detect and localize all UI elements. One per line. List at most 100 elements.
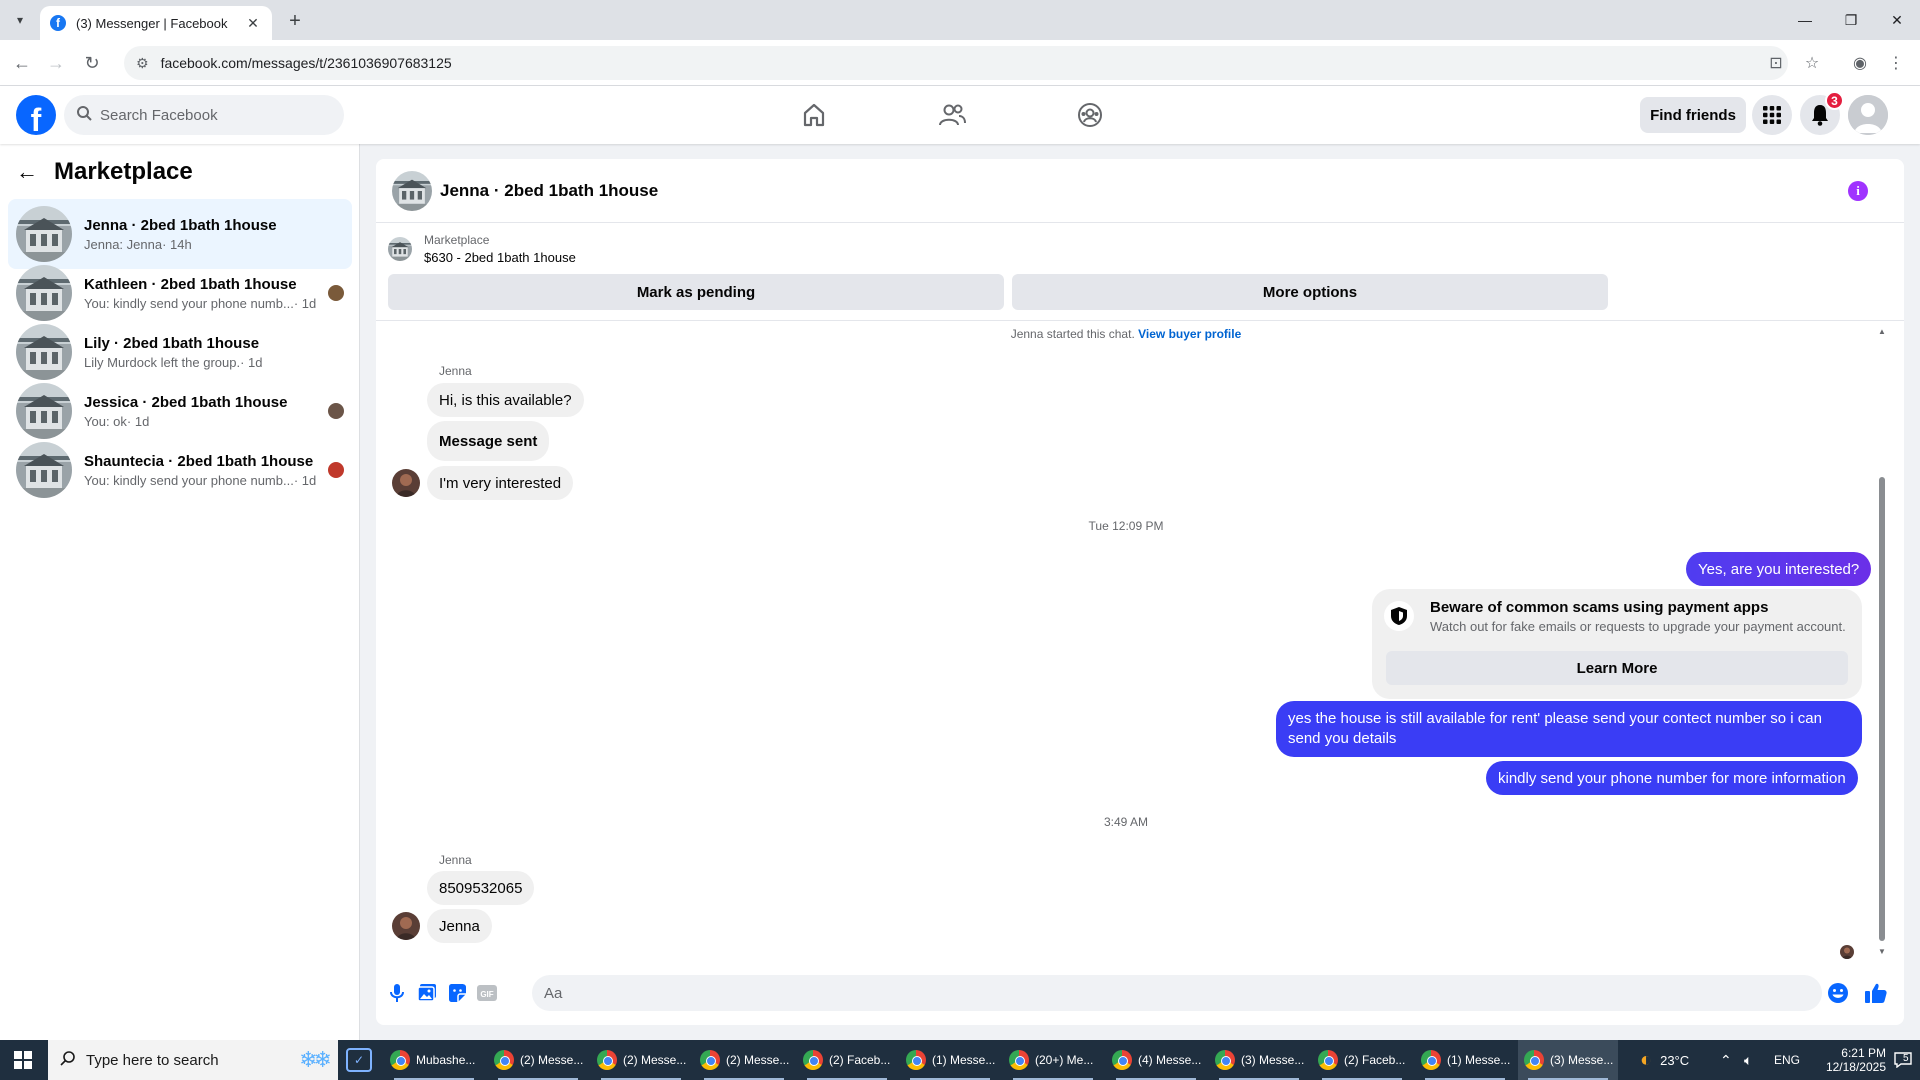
tray-chevron-icon[interactable]: ⌃ [1720,1040,1732,1080]
taskbar-chrome-window[interactable]: (2) Messe... [694,1040,794,1080]
volume-icon[interactable]: 🔈︎ [1744,1040,1752,1080]
taskbar-chrome-window[interactable]: (2) Messe... [591,1040,691,1080]
grid-menu-icon [1763,106,1781,124]
language-indicator[interactable]: ENG [1774,1040,1800,1080]
incoming-message[interactable]: Hi, is this available? [427,383,584,417]
menu-grid-button[interactable] [1752,95,1792,135]
chat-scrollbar[interactable]: ▲ ▼ [1876,327,1888,957]
taskbar-chrome-window[interactable]: Mubashe... [384,1040,484,1080]
install-app-icon[interactable]: ⊡ [1762,49,1790,77]
jenna-avatar[interactable] [392,469,420,497]
reload-icon[interactable]: ↻ [78,49,106,77]
taskbar-chrome-window[interactable]: (2) Faceb... [797,1040,897,1080]
chat-title[interactable]: Jenna · 2bed 1bath 1house [440,181,658,201]
notifications-button[interactable]: 3 [1800,91,1844,135]
incoming-message[interactable]: 8509532065 [427,871,535,905]
message-input[interactable] [544,984,1744,1002]
taskbar-chrome-window[interactable]: (2) Messe... [488,1040,588,1080]
seen-by-avatar [328,285,344,301]
find-friends-button[interactable]: Find friends [1640,97,1746,133]
back-arrow-icon[interactable]: ← [16,159,38,185]
listing-thumbnail[interactable] [392,170,432,211]
photo-icon[interactable] [415,981,439,1005]
nav-home[interactable] [758,92,870,138]
back-arrow-icon[interactable]: ← [8,49,36,77]
sender-name: Jenna [439,364,472,378]
listing-thumbnail-small [388,237,412,261]
address-bar[interactable]: ⚙ facebook.com/messages/t/23610369076831… [124,46,1788,80]
learn-more-button[interactable]: Learn More [1386,651,1848,685]
outgoing-message[interactable]: Yes, are you interested? [1686,552,1872,586]
nav-groups[interactable] [1034,92,1146,138]
taskbar-chrome-window[interactable]: (1) Messe... [900,1040,1000,1080]
facebook-search-box[interactable] [64,95,344,135]
notification-center-icon[interactable]: 5 [1888,1040,1918,1080]
conversation-preview: You: kindly send your phone numb... [84,295,294,311]
site-info-icon[interactable]: ⚙ [136,55,149,72]
chat-window: Jenna · 2bed 1bath 1house i Marketplace … [376,159,1904,1025]
scroll-down-icon[interactable]: ▼ [1876,947,1888,956]
outgoing-message[interactable]: yes the house is still available for ren… [1276,701,1862,757]
bookmark-star-icon[interactable]: ☆ [1798,49,1826,77]
taskbar-chrome-window[interactable]: (20+) Me... [1003,1040,1103,1080]
minimize-icon[interactable]: — [1782,0,1828,40]
taskbar-chrome-window[interactable]: (3) Messe... [1209,1040,1309,1080]
jenna-avatar[interactable] [392,912,420,940]
conversation-preview: You: kindly send your phone numb... [84,472,294,488]
conversation-time: · 1d [293,472,317,488]
taskbar-window-label: (2) Faceb... [1344,1053,1406,1067]
profile-icon[interactable]: ◉ [1846,49,1874,77]
scroll-up-icon[interactable]: ▲ [1876,327,1888,336]
incoming-message[interactable]: I'm very interested [427,466,574,500]
emoji-icon[interactable] [1826,981,1850,1005]
taskbar-chrome-window[interactable]: (1) Messe... [1415,1040,1515,1080]
chrome-icon [700,1050,720,1070]
default-avatar-icon [1848,95,1888,135]
microphone-icon[interactable] [385,981,409,1005]
conversation-time: · 1d [240,354,263,370]
taskbar-chrome-window[interactable]: (4) Messe... [1106,1040,1206,1080]
gif-icon[interactable]: GIF [475,981,499,1005]
thumbs-up-icon[interactable] [1864,981,1888,1005]
browser-tab-active[interactable]: f (3) Messenger | Facebook ✕ [40,6,272,40]
sticker-icon[interactable] [445,981,469,1005]
pinned-app-icon[interactable]: ✓ [346,1048,372,1072]
taskbar-chrome-window[interactable]: (2) Faceb... [1312,1040,1412,1080]
nav-friends[interactable] [896,92,1008,138]
windows-start-icon[interactable] [0,1040,46,1080]
weather-widget[interactable]: ◐ 23°C [1640,1040,1689,1080]
divider [376,320,1904,321]
message-input-box[interactable] [532,975,1822,1011]
listing-summary[interactable]: Marketplace $630 - 2bed 1bath 1house [388,233,576,265]
tab-search-dropdown-icon[interactable]: ▾ [8,8,32,32]
scrollbar-thumb[interactable] [1879,477,1885,941]
info-icon[interactable]: i [1848,181,1868,201]
mark-as-pending-button[interactable]: Mark as pending [388,274,1004,310]
restore-icon[interactable]: ❐ [1828,0,1874,40]
conversation-text: Shauntecia · 2bed 1bath 1house You: kindl… [84,453,328,488]
close-window-icon[interactable]: ✕ [1874,0,1920,40]
house-photo [16,265,72,321]
new-tab-button[interactable]: + [282,8,308,34]
scam-warning-title: Beware of common scams using payment app… [1430,599,1769,616]
view-buyer-profile-link[interactable]: View buyer profile [1138,327,1241,341]
clock[interactable]: 6:21 PM 12/18/2025 [1804,1040,1886,1080]
facebook-logo-icon[interactable]: f [16,95,56,135]
forward-arrow-icon[interactable]: → [42,49,70,77]
browser-tabstrip: ▾ f (3) Messenger | Facebook ✕ + — ❐ ✕ [0,0,1920,40]
url-text[interactable]: facebook.com/messages/t/2361036907683125 [161,55,452,71]
tab-close-icon[interactable]: ✕ [244,15,262,32]
facebook-header: f Find friends 3 [0,86,1920,144]
taskbar-chrome-window[interactable]: (3) Messe... [1518,1040,1618,1080]
account-avatar[interactable] [1848,95,1888,135]
incoming-message[interactable]: Message sent [427,421,550,461]
taskbar-search-text[interactable]: Type here to search [86,1052,219,1069]
more-options-button[interactable]: More options [1012,274,1608,310]
browser-menu-icon[interactable]: ⋮ [1882,49,1910,77]
conversation-item[interactable]: Shauntecia · 2bed 1bath 1house You: kindl… [8,435,352,505]
taskbar-search[interactable]: Type here to search ❄❄ [48,1040,338,1080]
search-input[interactable] [100,106,320,124]
incoming-message[interactable]: Jenna [427,909,492,943]
outgoing-message[interactable]: kindly send your phone number for more i… [1486,761,1858,795]
taskbar-window-label: (1) Messe... [932,1053,996,1067]
